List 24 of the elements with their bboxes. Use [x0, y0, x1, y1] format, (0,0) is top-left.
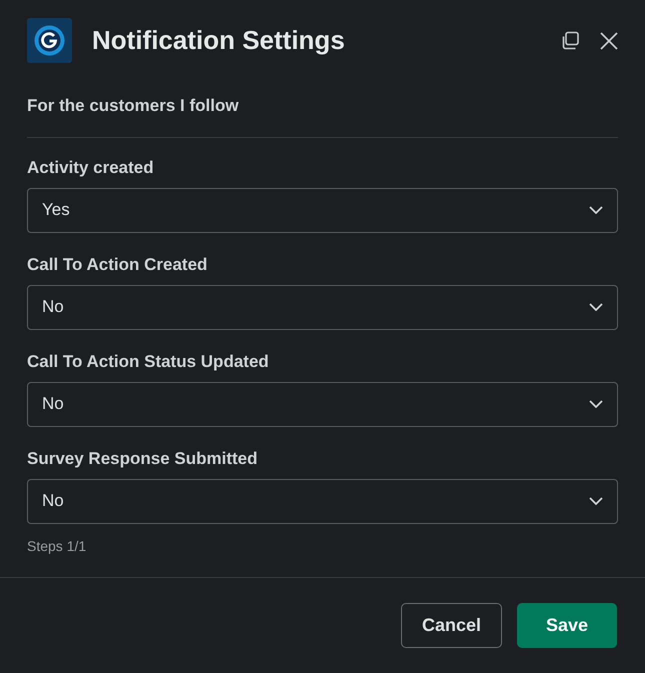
chevron-down-icon — [589, 303, 603, 311]
close-icon[interactable] — [600, 32, 618, 50]
dropdown-value: Yes — [42, 199, 70, 222]
app-logo-icon — [27, 18, 72, 63]
dropdown[interactable]: No — [27, 478, 618, 524]
dropdown-value: No — [42, 296, 64, 318]
dropdown-value: No — [42, 490, 64, 512]
chevron-down-icon — [589, 497, 603, 505]
chevron-down-icon — [589, 400, 603, 408]
field-label: Call To Action Status Updated — [27, 350, 270, 372]
field-label: Activity created — [27, 156, 155, 178]
field-label: Call To Action Created — [27, 254, 208, 274]
copy-icon[interactable] — [560, 30, 580, 50]
save-button[interactable]: Save — [517, 602, 617, 648]
dropdown[interactable]: No — [27, 284, 618, 330]
dropdown-value: No — [42, 393, 64, 416]
cancel-button[interactable]: Cancel — [401, 602, 502, 648]
window-title: Notification Settings — [92, 24, 345, 57]
dropdown[interactable]: No — [27, 382, 618, 426]
steps-text: Steps 1/1 — [27, 536, 88, 556]
dropdown[interactable]: Yes — [27, 188, 618, 232]
chevron-down-icon — [589, 206, 603, 214]
section-title: For the customers I follow — [27, 95, 240, 117]
field-label: Survey Response Submitted — [27, 448, 259, 468]
